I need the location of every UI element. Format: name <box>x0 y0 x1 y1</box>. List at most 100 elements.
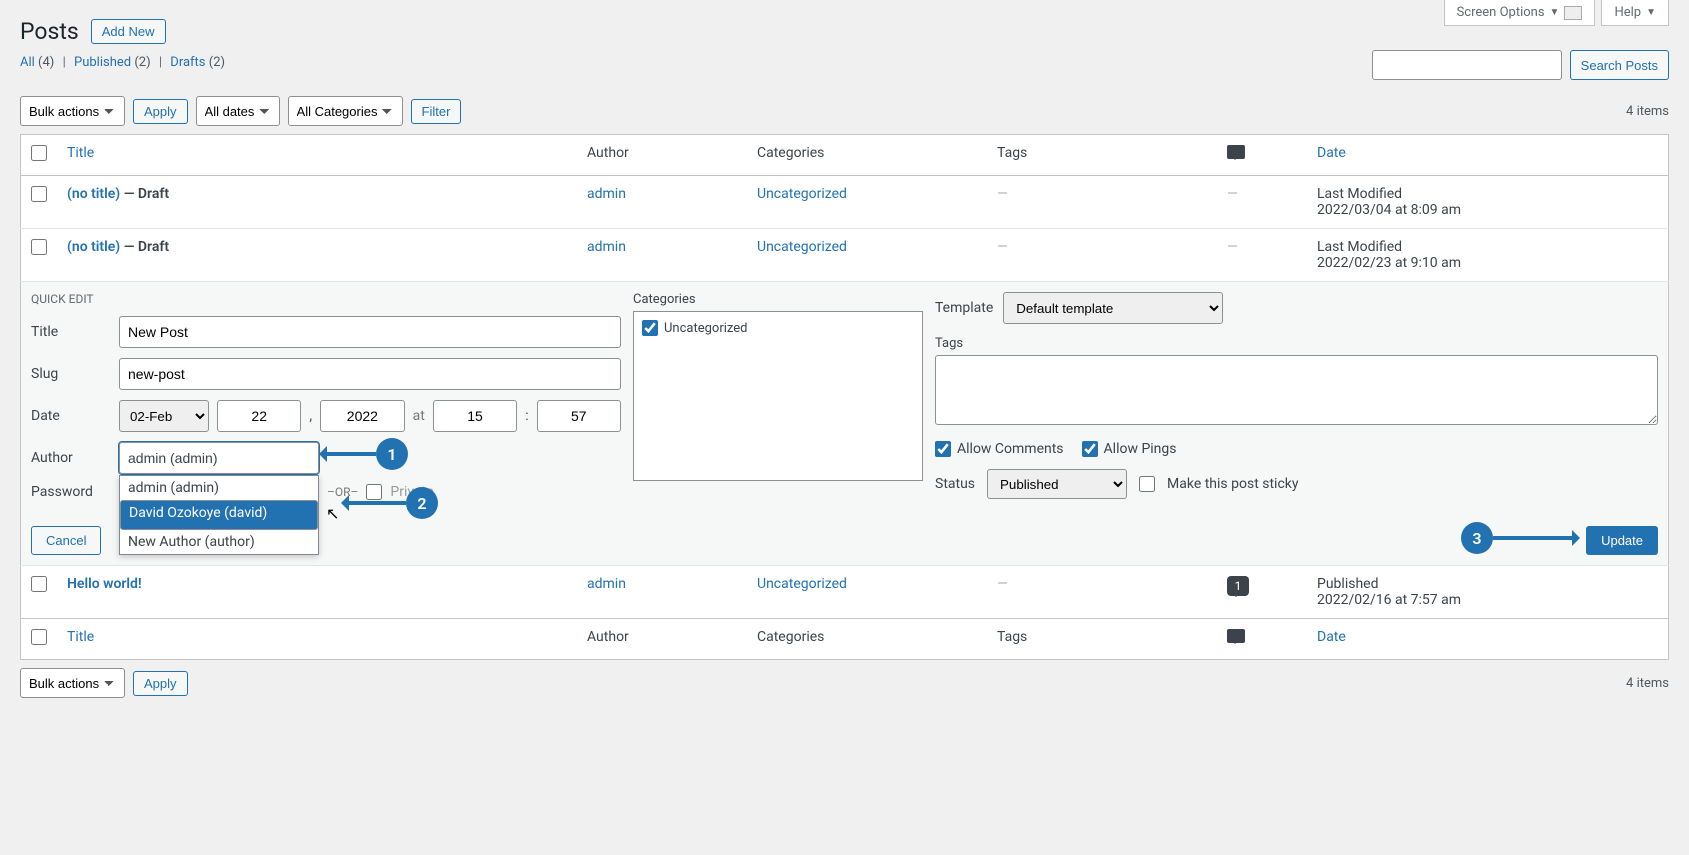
help-tab[interactable]: Help ▼ <box>1601 0 1669 26</box>
column-author-footer: Author <box>577 619 747 660</box>
filter-published-link[interactable]: Published <box>74 55 131 70</box>
category-filter-select[interactable]: All Categories <box>288 96 403 126</box>
page-title: Posts <box>20 18 79 45</box>
post-date-label: Last Modified <box>1317 186 1402 202</box>
bulk-actions-select-bottom[interactable]: Bulk actions <box>20 668 125 698</box>
column-tags: Tags <box>987 135 1217 176</box>
screen-options-tab[interactable]: Screen Options ▼ <box>1444 0 1596 26</box>
comments-icon <box>1227 629 1245 643</box>
annotation-badge-1: 1 <box>376 438 408 470</box>
column-title-footer[interactable]: Title <box>67 629 94 645</box>
qe-template-select[interactable]: Default template <box>1003 292 1223 324</box>
column-categories-footer: Categories <box>747 619 987 660</box>
post-tags: — <box>997 239 1008 255</box>
date-filter-select[interactable]: All dates <box>196 96 280 126</box>
post-tags: — <box>997 576 1008 592</box>
annotation-arrow-3 <box>1493 536 1578 540</box>
qe-sticky-checkbox[interactable] <box>1139 476 1155 492</box>
column-title[interactable]: Title <box>67 145 94 161</box>
add-new-button[interactable]: Add New <box>91 19 166 44</box>
qe-categories-label: Categories <box>633 292 923 307</box>
qe-allow-comments-checkbox[interactable] <box>935 441 951 457</box>
cancel-button[interactable]: Cancel <box>31 526 101 555</box>
annotation-badge-2: 2 <box>406 487 438 519</box>
qe-slug-input[interactable] <box>119 358 621 390</box>
column-date[interactable]: Date <box>1317 145 1346 161</box>
row-checkbox[interactable] <box>31 186 47 202</box>
annotation-arrow-1 <box>321 452 376 456</box>
post-author-link[interactable]: admin <box>587 239 626 255</box>
column-author: Author <box>577 135 747 176</box>
annotation-badge-3: 3 <box>1461 522 1493 554</box>
filter-all-count: (4) <box>38 55 54 70</box>
row-checkbox[interactable] <box>31 239 47 255</box>
post-date-value: 2022/02/23 at 9:10 am <box>1317 255 1658 271</box>
post-comments: — <box>1227 186 1238 202</box>
qe-category-checkbox[interactable] <box>642 320 658 336</box>
search-posts-button[interactable]: Search Posts <box>1570 50 1669 80</box>
bulk-actions-select[interactable]: Bulk actions <box>20 96 125 126</box>
qe-author-label: Author <box>31 450 111 466</box>
items-count-bottom: 4 items <box>1626 676 1669 691</box>
post-author-link[interactable]: admin <box>587 576 626 592</box>
qe-allow-pings[interactable]: Allow Pings <box>1082 441 1177 457</box>
comments-icon <box>1227 145 1245 159</box>
qe-title-label: Title <box>31 324 111 340</box>
qe-title-input[interactable] <box>119 316 621 348</box>
filter-drafts-count: (2) <box>209 55 225 70</box>
qe-category-item[interactable]: Uncategorized <box>642 320 914 336</box>
quick-edit-row: QUICK EDIT Title Slug Date 02-Feb <box>21 282 1669 566</box>
row-checkbox[interactable] <box>31 576 47 592</box>
qe-slug-label: Slug <box>31 366 111 382</box>
search-input[interactable] <box>1372 50 1562 80</box>
qe-minute-input[interactable] <box>537 400 621 432</box>
filter-all-link[interactable]: All <box>20 55 35 70</box>
comment-count-bubble[interactable]: 1 <box>1227 576 1249 596</box>
qe-categories-box[interactable]: Uncategorized <box>633 311 923 481</box>
apply-button[interactable]: Apply <box>133 99 188 124</box>
post-category-link[interactable]: Uncategorized <box>757 576 847 592</box>
post-title-link[interactable]: (no title) <box>67 239 120 255</box>
chevron-down-icon: ▼ <box>1646 7 1656 18</box>
qe-private-checkbox[interactable] <box>366 484 382 500</box>
qe-day-input[interactable] <box>217 400 301 432</box>
author-option[interactable]: New Author (author) <box>120 530 318 554</box>
qe-status-select[interactable]: Published <box>987 469 1127 499</box>
post-title-link[interactable]: (no title) <box>67 186 120 202</box>
filter-published-count: (2) <box>134 55 150 70</box>
qe-allow-pings-checkbox[interactable] <box>1082 441 1098 457</box>
qe-tags-label: Tags <box>935 336 1658 351</box>
apply-button-bottom[interactable]: Apply <box>133 671 188 696</box>
qe-date-label: Date <box>31 408 111 424</box>
post-category-link[interactable]: Uncategorized <box>757 239 847 255</box>
filter-drafts-link[interactable]: Drafts <box>170 55 205 70</box>
screen-options-label: Screen Options <box>1457 5 1545 20</box>
qe-template-label: Template <box>935 300 993 316</box>
items-count-top: 4 items <box>1626 104 1669 119</box>
author-option[interactable]: David Ozokoye (david) <box>120 500 318 530</box>
author-option[interactable]: admin (admin) <box>120 476 318 500</box>
update-button[interactable]: Update <box>1586 526 1658 555</box>
select-all-checkbox-footer[interactable] <box>31 629 47 645</box>
qe-allow-comments[interactable]: Allow Comments <box>935 441 1064 457</box>
column-date-footer[interactable]: Date <box>1317 629 1346 645</box>
qe-author-combobox[interactable] <box>119 442 319 474</box>
qe-tags-textarea[interactable] <box>935 355 1658 425</box>
post-category-link[interactable]: Uncategorized <box>757 186 847 202</box>
select-all-checkbox[interactable] <box>31 145 47 161</box>
qe-status-label: Status <box>935 476 975 492</box>
column-tags-footer: Tags <box>987 619 1217 660</box>
chevron-down-icon: ▼ <box>1550 7 1560 18</box>
qe-month-select[interactable]: 02-Feb <box>119 400 209 432</box>
qe-category-name: Uncategorized <box>664 321 747 336</box>
post-comments: — <box>1227 239 1238 255</box>
post-author-link[interactable]: admin <box>587 186 626 202</box>
filter-button[interactable]: Filter <box>411 99 462 124</box>
quick-edit-heading: QUICK EDIT <box>31 292 621 306</box>
qe-year-input[interactable] <box>320 400 404 432</box>
table-row: Hello world! admin Uncategorized — 1 Pub… <box>21 566 1669 619</box>
post-date-label: Published <box>1317 576 1378 592</box>
qe-password-label: Password <box>31 484 111 500</box>
post-title-link[interactable]: Hello world! <box>67 576 142 592</box>
qe-hour-input[interactable] <box>433 400 517 432</box>
